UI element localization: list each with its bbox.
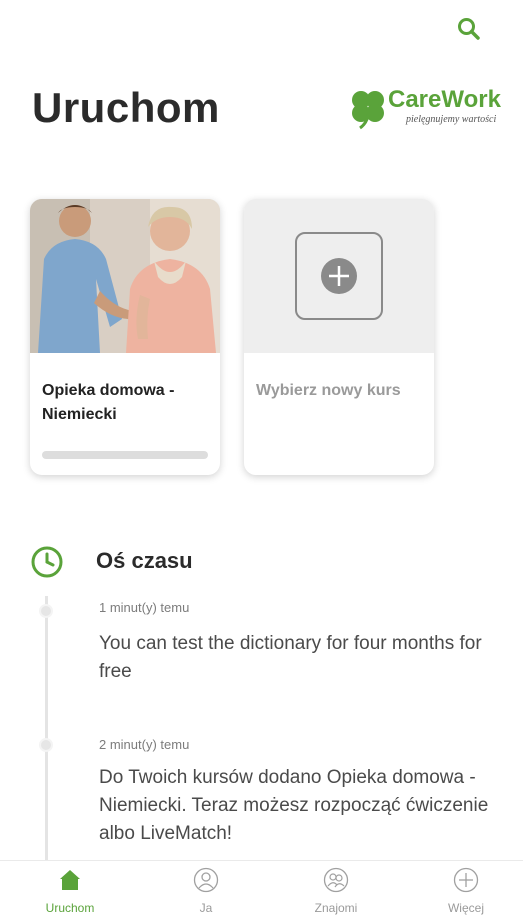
clover-logo	[352, 91, 384, 130]
course-progress-bar	[42, 451, 208, 459]
nav-item-me[interactable]: Ja	[151, 861, 261, 922]
timeline-entry-text: Do Twoich kursów dodano Opieka domowa - …	[99, 767, 489, 844]
nav-item-more[interactable]: Więcej	[411, 861, 521, 922]
nav-item-home[interactable]: Uruchom	[15, 861, 125, 922]
profile-icon	[193, 867, 219, 893]
timeline-entry-text: You can test the dictionary for four mon…	[99, 633, 482, 682]
brand-logo: CareWork pielęgnujemy wartości	[346, 82, 516, 134]
home-icon	[60, 870, 80, 890]
course-title: Opieka domowa - Niemiecki	[42, 382, 175, 423]
plus-circle-icon	[453, 867, 479, 893]
caregiver-with-senior-woman-photo	[30, 199, 220, 353]
search-button[interactable]	[452, 12, 486, 46]
timeline-header	[30, 539, 64, 585]
add-course-box	[295, 232, 383, 320]
timeline-dot	[39, 738, 53, 752]
nav-label-home: Uruchom	[45, 901, 95, 915]
course-card-opieka-domowa[interactable]: Opieka domowa - Niemiecki	[30, 199, 220, 475]
choose-new-course-card[interactable]: Wybierz nowy kurs	[244, 199, 434, 475]
plus-icon	[321, 258, 357, 294]
nav-label-more: Więcej	[447, 901, 484, 915]
nav-label-friends: Znajomi	[314, 901, 358, 915]
clock-icon	[31, 546, 63, 578]
timeline-dot	[39, 604, 53, 618]
nav-item-friends[interactable]: Znajomi	[281, 861, 391, 922]
timeline-entry-time: 2 minut(y) temu	[99, 737, 190, 752]
nav-label-me: Ja	[199, 901, 213, 915]
page-title: Uruchom	[32, 84, 220, 131]
choose-new-course-label: Wybierz nowy kurs	[256, 382, 401, 399]
brand-tagline: pielęgnujemy wartości	[406, 114, 497, 125]
timeline-line	[45, 596, 48, 860]
add-course-area	[244, 199, 434, 353]
brand-name: CareWork	[388, 86, 501, 113]
friends-icon	[323, 867, 349, 893]
timeline-entry-time: 1 minut(y) temu	[99, 600, 190, 615]
bottom-navigation: Uruchom Ja Znajomi Więcej	[0, 860, 523, 922]
search-icon	[458, 18, 480, 40]
timeline-title: Oś czasu	[96, 548, 193, 573]
